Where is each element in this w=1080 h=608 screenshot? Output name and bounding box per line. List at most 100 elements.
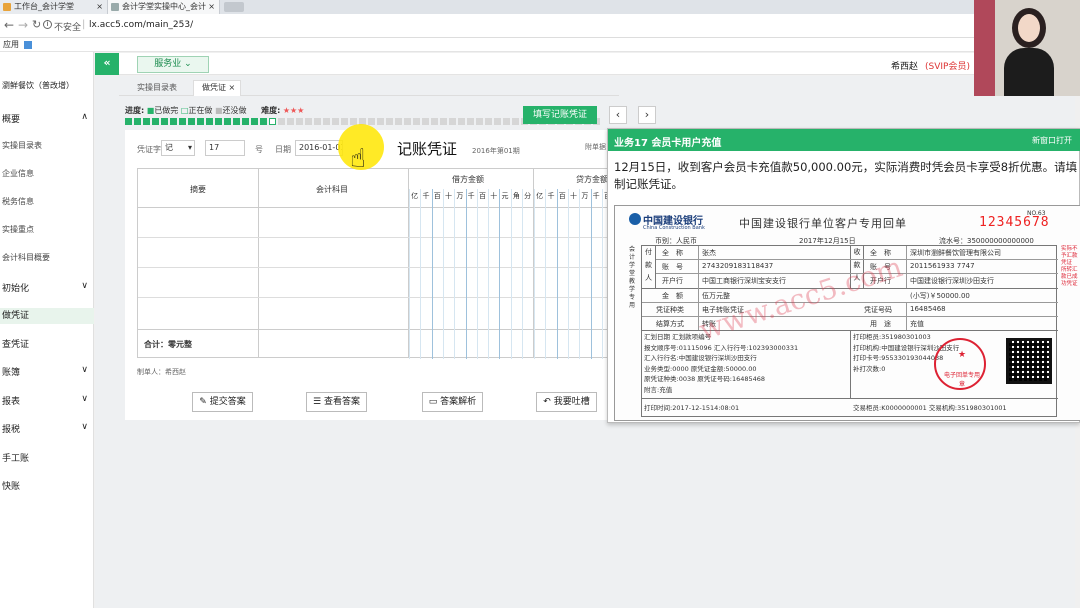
complain-button[interactable]: ↶ 我要吐槽 <box>536 392 597 412</box>
sidebar-item-manual[interactable]: 手工账 <box>0 451 94 464</box>
voucher-no-label: 凭证号码 <box>864 306 892 314</box>
sidebar-item-accounts[interactable]: 会计科目概要 <box>0 252 94 263</box>
voucher-panel: 凭证字 记 ▾ 17 号 日期 2016-01-01 记账凭证 2016年第01期… <box>125 130 611 420</box>
progress-cell[interactable] <box>170 118 177 125</box>
progress-cell[interactable] <box>386 118 393 125</box>
view-answer-button[interactable]: ☰ 查看答案 <box>306 392 367 412</box>
progress-cell[interactable] <box>440 118 447 125</box>
date-input[interactable]: 2016-01-01 <box>295 140 343 156</box>
sidebar-item-ledger[interactable]: 账簿 ∨ <box>0 365 94 378</box>
sidebar-item-label: 报表 <box>2 397 21 407</box>
user-name[interactable]: 希西赵 <box>891 59 918 72</box>
voucher-word-select[interactable]: 记 ▾ <box>161 140 195 156</box>
progress-cell[interactable] <box>476 118 483 125</box>
security-label: 不安全 <box>54 23 82 33</box>
progress-cell[interactable] <box>305 118 312 125</box>
company-name: 瀏鲜餐饮（普改增） <box>2 81 74 90</box>
progress-cell[interactable] <box>449 118 456 125</box>
progress-cell[interactable] <box>422 118 429 125</box>
progress-cell[interactable] <box>458 118 465 125</box>
sidebar-item-key-points[interactable]: 实操重点 <box>0 224 94 235</box>
business-label: 服务业 <box>154 59 182 69</box>
tab-catalog[interactable]: 实操目录表 <box>137 82 177 93</box>
digit-gridline <box>567 189 569 359</box>
progress-cell[interactable] <box>224 118 231 125</box>
prev-button[interactable]: ‹ <box>609 106 627 124</box>
detail-line: 打印柜员:351980301003 <box>853 333 931 341</box>
browser-tab-active[interactable]: 会计学堂实操中心_会计 × <box>108 0 220 14</box>
progress-cell[interactable] <box>278 118 285 125</box>
progress-cell[interactable] <box>485 118 492 125</box>
browser-tab[interactable]: 工作台_会计学堂 × <box>0 0 108 14</box>
progress-cell[interactable] <box>314 118 321 125</box>
progress-cell[interactable] <box>179 118 186 125</box>
sidebar-item-catalog[interactable]: 实操目录表 <box>0 140 94 151</box>
voucher-number-input[interactable]: 17 <box>205 140 245 156</box>
progress-cell[interactable] <box>251 118 258 125</box>
print-time: 打印时间:2017-12-1514:08:01 <box>644 404 740 412</box>
sidebar-item-company-info[interactable]: 企业信息 <box>0 168 94 179</box>
sidebar-item-reports[interactable]: 报表 ∨ <box>0 394 94 407</box>
bookmark-icon[interactable] <box>24 41 32 49</box>
progress-cell[interactable] <box>215 118 222 125</box>
progress-cell[interactable] <box>197 118 204 125</box>
progress-cell[interactable] <box>377 118 384 125</box>
sidebar-item-query-voucher[interactable]: 查凭证 <box>0 337 94 350</box>
progress-cell[interactable] <box>296 118 303 125</box>
progress-cell[interactable] <box>341 118 348 125</box>
progress-cell[interactable] <box>260 118 267 125</box>
url-text[interactable]: lx.acc5.com/main_253/ <box>89 20 193 30</box>
progress-cell[interactable] <box>431 118 438 125</box>
sidebar-item-init[interactable]: 初始化 ∨ <box>0 281 94 294</box>
progress-cell[interactable] <box>368 118 375 125</box>
progress-cell[interactable] <box>125 118 132 125</box>
new-window-link[interactable]: 新窗口打开 <box>1032 135 1072 146</box>
reload-icon[interactable]: ↻ <box>32 18 41 31</box>
progress-cell[interactable] <box>332 118 339 125</box>
progress-cell[interactable] <box>242 118 249 125</box>
progress-cell[interactable] <box>152 118 159 125</box>
new-tab-button[interactable] <box>224 2 244 12</box>
collapse-sidebar-button[interactable]: « <box>95 53 119 75</box>
sidebar-item-overview[interactable]: 概要 ∧ <box>0 112 94 125</box>
progress-cell[interactable] <box>269 118 276 125</box>
progress-cell[interactable] <box>206 118 213 125</box>
info-icon[interactable]: i <box>43 20 52 29</box>
progress-cell[interactable] <box>233 118 240 125</box>
sidebar-item-quick[interactable]: 快账 <box>0 479 94 492</box>
digit-header: 亿 <box>411 192 419 200</box>
business-dropdown[interactable]: 服务业 ⌄ <box>137 56 209 73</box>
close-icon[interactable]: × <box>229 83 236 92</box>
progress-cell[interactable] <box>404 118 411 125</box>
progress-cell[interactable] <box>188 118 195 125</box>
digit-gridline <box>465 189 467 359</box>
tab-make-voucher[interactable]: 做凭证 × <box>193 80 241 96</box>
sidebar-item-tax-info[interactable]: 税务信息 <box>0 196 94 207</box>
progress-cell[interactable] <box>467 118 474 125</box>
digit-gridline <box>579 189 581 359</box>
progress-cell[interactable] <box>512 118 519 125</box>
sidebar-item-label: 账簿 <box>2 368 21 378</box>
back-icon[interactable]: ← <box>4 18 14 32</box>
progress-cell[interactable] <box>503 118 510 125</box>
sidebar-item-make-voucher[interactable]: 做凭证 <box>0 308 94 324</box>
digit-header: 千 <box>467 192 475 200</box>
progress-cell[interactable] <box>143 118 150 125</box>
progress-cell[interactable] <box>287 118 294 125</box>
close-icon[interactable]: × <box>96 0 103 14</box>
forward-icon[interactable]: → <box>18 18 28 32</box>
progress-cell[interactable] <box>134 118 141 125</box>
next-button[interactable]: › <box>638 106 656 124</box>
progress-cell[interactable] <box>395 118 402 125</box>
submit-answer-button[interactable]: ✎ 提交答案 <box>192 392 253 412</box>
answer-analysis-button[interactable]: ▭ 答案解析 <box>422 392 483 412</box>
fill-voucher-button[interactable]: 填写记账凭证 <box>523 106 597 124</box>
progress-cell[interactable] <box>413 118 420 125</box>
apps-link[interactable]: 应用 <box>3 40 19 49</box>
progress-cell[interactable] <box>494 118 501 125</box>
progress-cell[interactable] <box>161 118 168 125</box>
close-icon[interactable]: × <box>208 0 215 14</box>
detail-left: 汇划日期 汇划款项编号 报文顺序号:01115096 汇入行行号:1023930… <box>644 332 849 395</box>
progress-cell[interactable] <box>323 118 330 125</box>
sidebar-item-tax[interactable]: 报税 ∨ <box>0 422 94 435</box>
